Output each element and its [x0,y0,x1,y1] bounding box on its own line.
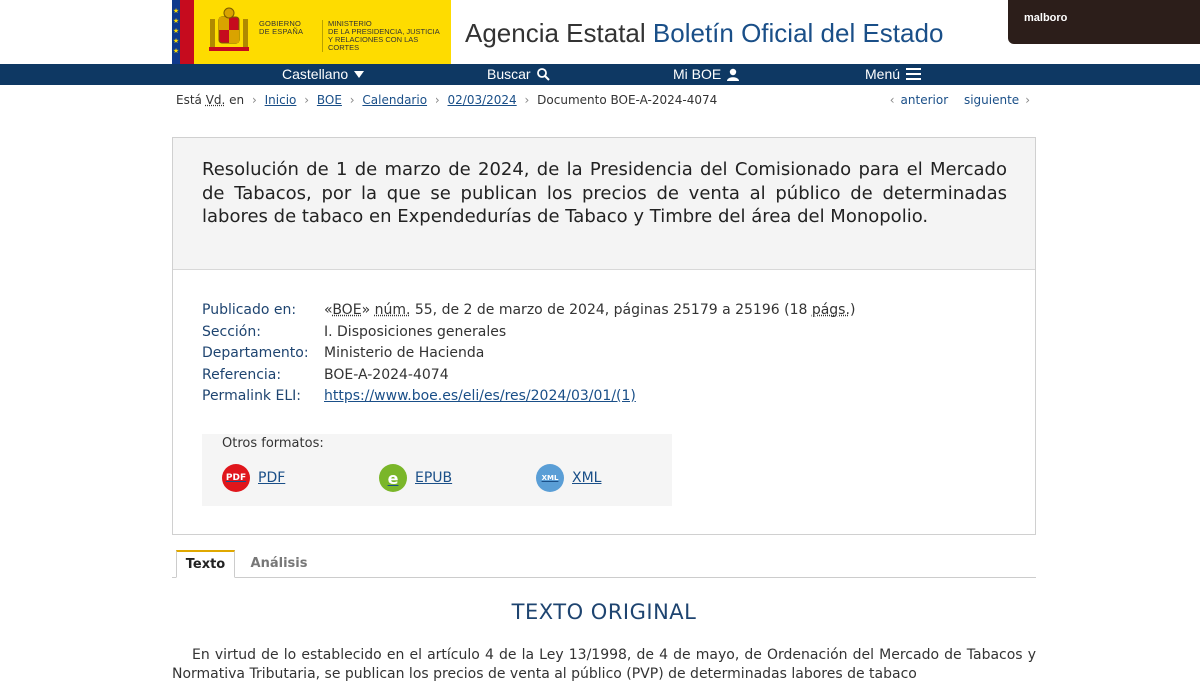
previous-label: anterior [901,93,949,107]
document-title: Resolución de 1 de marzo de 2024, de la … [202,158,1007,229]
caret-down-icon [354,71,364,78]
language-selector[interactable]: Castellano [282,66,364,82]
coat-of-arms-icon [207,7,251,57]
breadcrumb-separator-icon: › [525,93,530,107]
breadcrumb-link-inicio[interactable]: Inicio [265,93,297,107]
chevron-right-icon: › [1025,93,1030,107]
meta-row-department: Departamento: Ministerio de Hacienda [202,343,855,365]
reference-value: BOE-A-2024-4074 [324,365,449,387]
section-value: I. Disposiciones generales [324,322,506,344]
breadcrumb: Está Vd. en › Inicio › BOE › Calendario … [176,93,717,107]
reference-label: Referencia: [202,365,324,387]
section-heading: TEXTO ORIGINAL [172,600,1036,624]
published-value: «BOE» núm. 55, de 2 de marzo de 2024, pá… [324,300,855,322]
breadcrumb-link-boe[interactable]: BOE [317,93,342,107]
num-abbr: núm. [375,302,411,318]
breadcrumb-separator-icon: › [435,93,440,107]
meta-row-reference: Referencia: BOE-A-2024-4074 [202,365,855,387]
search-label: Buscar [487,66,531,82]
tab-texto[interactable]: Texto [176,550,235,578]
site-header: ★ ★ ★ ★ ★ GOBIERNO DE ESPAÑA MINISTERIO DE L… [0,0,1200,64]
breadcrumb-abbr: Vd. [206,93,226,107]
body-paragraph: En virtud de lo establecido en el artícu… [172,646,1036,684]
pdf-format-link[interactable]: PDF PDF [222,464,285,492]
breadcrumb-link-date[interactable]: 02/03/2024 [448,93,517,107]
user-label: malboro [1024,12,1067,24]
government-label: GOBIERNO DE ESPAÑA [259,20,303,36]
site-title[interactable]: Agencia Estatal Boletín Oficial del Esta… [465,18,943,49]
published-text: » [362,302,375,318]
epub-label: EPUB [415,470,452,486]
search-icon [537,68,550,81]
document-card: Resolución de 1 de marzo de 2024, de la … [172,137,1036,535]
breadcrumb-separator-icon: › [304,93,309,107]
hamburger-icon [906,68,921,80]
xml-label: XML [572,470,601,486]
pdf-label: PDF [258,470,285,486]
meta-row-section: Sección: I. Disposiciones generales [202,322,855,344]
xml-format-link[interactable]: XML XML [536,464,601,492]
meta-row-published: Publicado en: «BOE» núm. 55, de 2 de mar… [202,300,855,322]
tab-analisis[interactable]: Análisis [246,550,312,576]
other-formats-label: Otros formatos: [222,436,324,451]
breadcrumb-separator-icon: › [350,93,355,107]
published-text: 55, de 2 de marzo de 2024, páginas 25179… [410,302,811,318]
breadcrumb-prefix-end: en [225,93,244,107]
my-boe-label: Mi BOE [673,66,721,82]
government-logo[interactable]: ★ ★ ★ ★ ★ GOBIERNO DE ESPAÑA MINISTERIO DE L… [172,0,451,64]
previous-link[interactable]: ‹ anterior [890,93,948,107]
department-label: Departamento: [202,343,324,365]
menu-button[interactable]: Menú [865,66,921,82]
section-label: Sección: [202,322,324,344]
epub-format-link[interactable]: e EPUB [379,464,452,492]
next-link[interactable]: siguiente › [964,93,1030,107]
chevron-left-icon: ‹ [890,93,895,107]
site-title-prefix: Agencia Estatal [465,18,646,48]
user-icon [727,68,739,81]
breadcrumb-current: Documento BOE-A-2024-4074 [537,93,717,107]
breadcrumb-separator-icon: › [252,93,257,107]
xml-icon: XML [536,464,564,492]
breadcrumb-link-calendario[interactable]: Calendario [362,93,427,107]
content-tabs: Texto Análisis [172,550,1036,578]
department-value: Ministerio de Hacienda [324,343,484,365]
language-label: Castellano [282,66,348,82]
main-navbar: Castellano Buscar Mi BOE Menú [0,64,1200,85]
ministry-label: MINISTERIO DE LA PRESIDENCIA, JUSTICIA Y… [322,20,451,52]
boe-abbr: BOE [332,302,361,318]
epub-icon: e [379,464,407,492]
published-text: ) [850,302,855,318]
published-label: Publicado en: [202,300,324,322]
menu-label: Menú [865,66,900,82]
other-formats-panel: Otros formatos: PDF PDF e EPUB XML XML [202,434,672,506]
document-pager: ‹ anterior siguiente › [878,93,1030,107]
breadcrumb-prefix: Está [176,93,206,107]
search-nav-button[interactable]: Buscar [487,66,550,82]
next-label: siguiente [964,93,1019,107]
document-metadata: Publicado en: «BOE» núm. 55, de 2 de mar… [202,300,855,408]
pags-abbr: págs. [812,302,850,318]
permalink-label: Permalink ELI: [202,386,324,408]
meta-row-permalink: Permalink ELI: https://www.boe.es/eli/es… [202,386,855,408]
pdf-icon: PDF [222,464,250,492]
eu-stars-icon: ★ ★ ★ ★ ★ [172,6,180,56]
eu-flag-strip: ★ ★ ★ ★ ★ [172,0,194,64]
document-title-box: Resolución de 1 de marzo de 2024, de la … [173,138,1035,270]
site-title-accent: Boletín Oficial del Estado [653,18,944,48]
permalink-link[interactable]: https://www.boe.es/eli/es/res/2024/03/01… [324,388,636,404]
my-boe-button[interactable]: Mi BOE [673,66,739,82]
user-badge[interactable]: malboro [1008,0,1200,44]
